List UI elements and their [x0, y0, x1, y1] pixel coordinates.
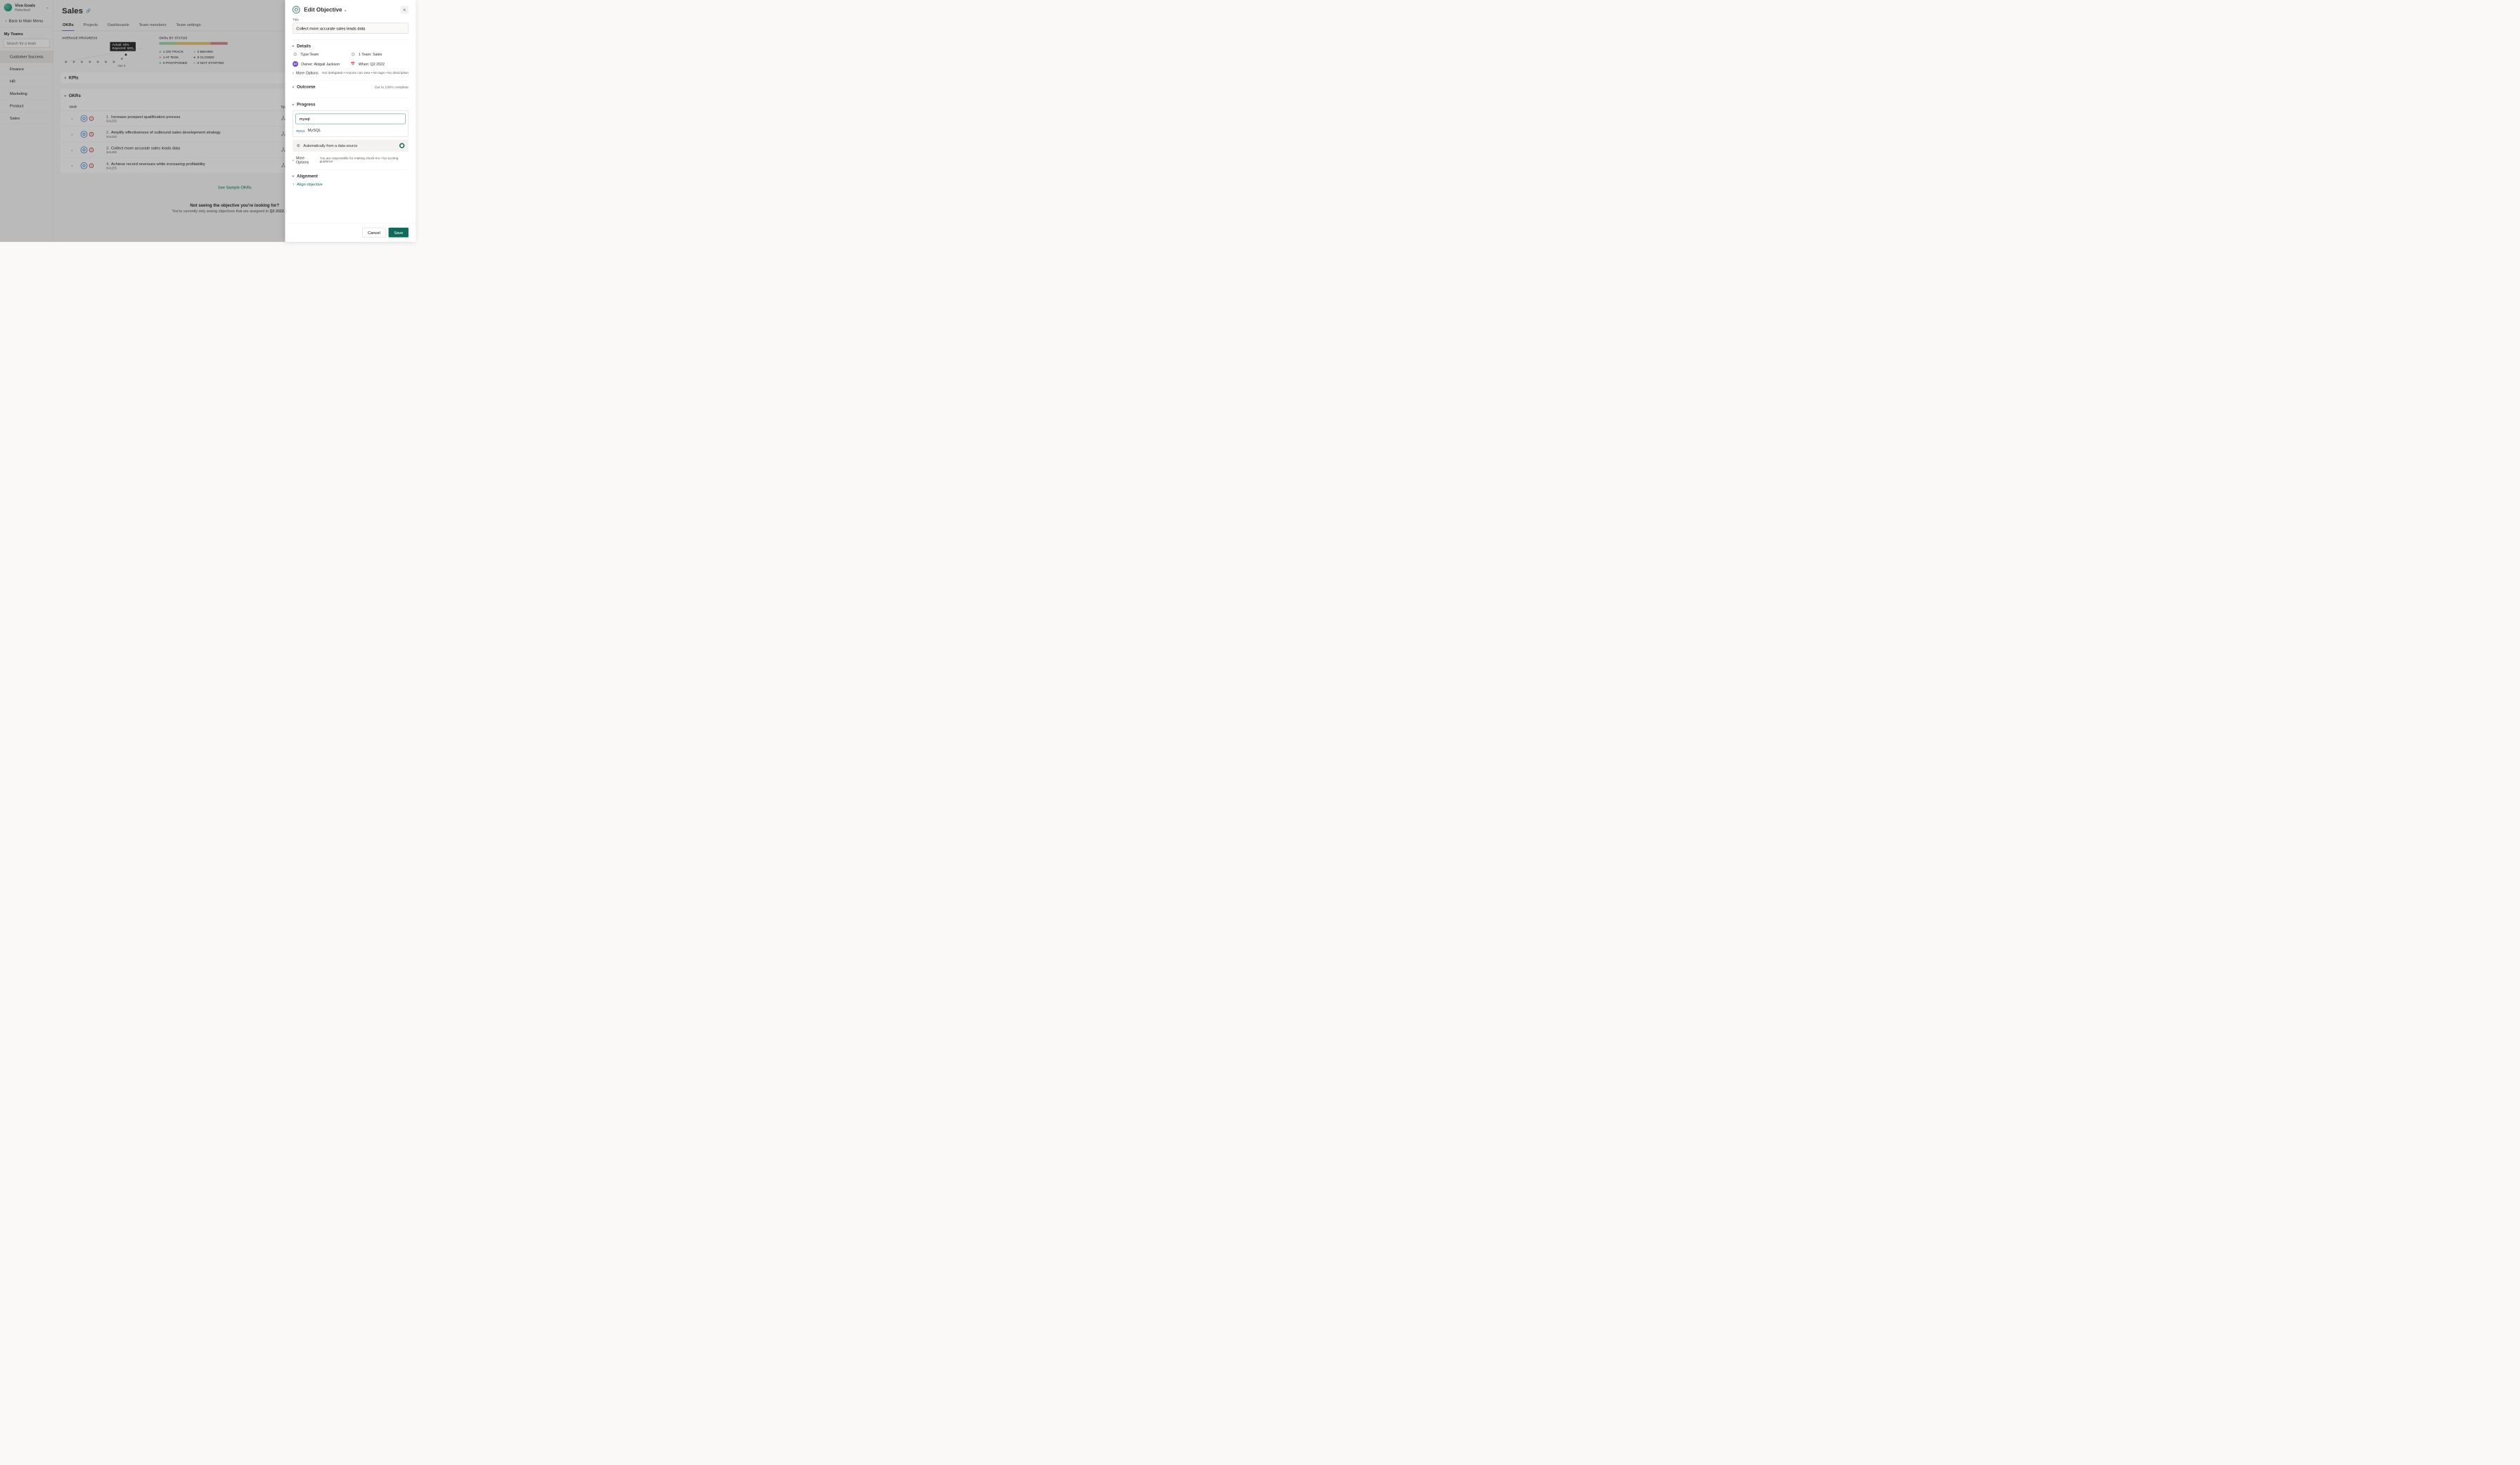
chevron-down-icon[interactable]: ⌄	[344, 7, 347, 12]
alignment-section-header[interactable]: › Alignment	[292, 174, 409, 179]
org-tree-icon: ⌬	[351, 52, 356, 57]
progress-meta: You are responsible for making check-ins…	[320, 157, 409, 164]
suggestion-mysql[interactable]: MySQL MySQL	[296, 127, 406, 134]
save-button[interactable]: Save	[389, 228, 409, 238]
title-field-label: Title	[292, 18, 409, 22]
close-icon: ✕	[403, 7, 406, 12]
details-more-options[interactable]: › More Options Not delegated • Anyone ca…	[292, 71, 409, 75]
progress-section-header[interactable]: › Progress	[292, 102, 409, 107]
auto-from-data-source-row[interactable]: ⚙ Automatically from a data source	[292, 140, 409, 152]
objective-target-icon	[292, 6, 300, 14]
close-panel-button[interactable]: ✕	[401, 6, 409, 13]
owner-avatar: AJ	[292, 61, 298, 67]
detail-team[interactable]: ⌬ 1 Team: Sales	[351, 52, 409, 57]
calendar-icon: 📅	[351, 62, 356, 67]
chevron-down-icon: ›	[291, 104, 296, 105]
outcome-section-header[interactable]: › Outcome Get to 100% complete	[292, 84, 409, 89]
details-meta: Not delegated • Anyone can view • No tag…	[322, 71, 409, 75]
outcome-summary: Get to 100% complete	[375, 85, 409, 89]
chevron-down-icon: ›	[291, 46, 296, 47]
chevron-right-icon: ›	[292, 84, 294, 89]
objective-title-input[interactable]	[292, 23, 409, 34]
detail-when[interactable]: 📅 When: Q2 2022	[351, 61, 409, 67]
data-source-search-input[interactable]	[296, 114, 406, 124]
details-section-header[interactable]: › Details	[292, 44, 409, 49]
arrow-up-icon: ↑	[292, 182, 295, 187]
chevron-right-icon: ›	[292, 157, 294, 162]
panel-title: Edit Objective ⌄	[304, 6, 347, 13]
org-tree-icon: ⌬	[292, 52, 297, 57]
detail-owner[interactable]: AJ Owner: Abigail Jackson	[292, 61, 350, 67]
edit-objective-panel: Edit Objective ⌄ ✕ Title › Details ⌬ Typ…	[285, 0, 416, 242]
chevron-right-icon: ›	[292, 71, 294, 75]
align-objective-link[interactable]: ↑ Align objective	[292, 182, 409, 187]
progress-more-options[interactable]: › More Options You are responsible for m…	[292, 155, 409, 164]
mysql-logo-icon: MySQL	[296, 127, 304, 132]
auto-source-radio[interactable]	[399, 143, 404, 148]
detail-type[interactable]: ⌬ Type:Team	[292, 52, 350, 57]
integration-icon: ⚙	[297, 143, 300, 148]
chevron-down-icon: ›	[291, 175, 296, 176]
cancel-button[interactable]: Cancel	[362, 228, 385, 238]
